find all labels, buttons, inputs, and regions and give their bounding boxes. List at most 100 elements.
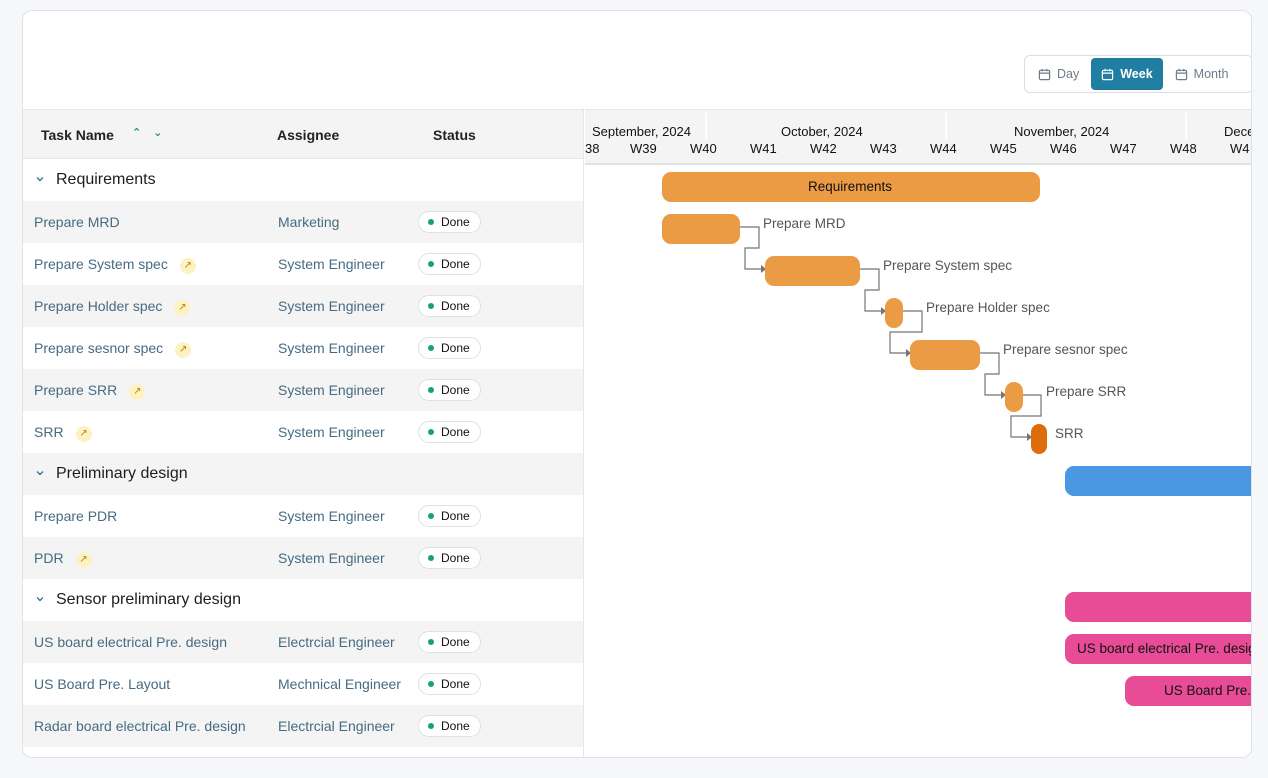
bar-label: Prepare sesnor spec — [1003, 342, 1128, 357]
task-name: Prepare SRR — [34, 382, 118, 398]
table-row[interactable]: US board electrical Pre. design Electrci… — [23, 621, 583, 663]
chevron-down-icon[interactable] — [33, 592, 47, 606]
gantt-card: Day Week Month Task Name ⌃ ⌄ Assignee St… — [22, 10, 1252, 758]
status-badge: Done — [418, 505, 481, 527]
group-row-requirements[interactable]: Requirements — [23, 159, 583, 201]
group-row-sensor-preliminary-design[interactable]: Sensor preliminary design — [23, 579, 583, 621]
view-switcher: Day Week Month — [1024, 55, 1251, 93]
status-dot-icon — [428, 219, 434, 225]
task-name-cell[interactable]: Prepare SRR ↗ — [34, 382, 146, 400]
table-row[interactable]: Prepare System spec ↗ System Engineer Don… — [23, 243, 583, 285]
status-badge: Done — [418, 715, 481, 737]
assignee: System Engineer — [278, 256, 385, 272]
status-badge: Done — [418, 211, 481, 233]
task-bar-us-board-design[interactable]: US board electrical Pre. design — [1065, 634, 1251, 664]
task-name[interactable]: US board electrical Pre. design — [34, 634, 227, 650]
status-label: Done — [441, 257, 470, 271]
status-label: Done — [441, 341, 470, 355]
grid-header: Task Name ⌃ ⌄ Assignee Status — [23, 109, 583, 159]
column-header-status[interactable]: Status — [433, 127, 476, 143]
table-row[interactable]: Prepare PDR System Engineer Done — [23, 495, 583, 537]
dependency-link — [740, 226, 761, 270]
status-badge: Done — [418, 547, 481, 569]
assignee: Marketing — [278, 214, 340, 230]
view-week-button[interactable]: Week — [1091, 58, 1163, 90]
task-name: PDR — [34, 550, 64, 566]
column-header-task-name[interactable]: Task Name — [41, 127, 114, 143]
task-name[interactable]: Prepare PDR — [34, 508, 117, 524]
task-bar-us-board-layout[interactable]: US Board Pre. Layout — [1125, 676, 1251, 706]
task-bar-prepare-holder-spec[interactable] — [885, 298, 903, 328]
status-label: Done — [441, 509, 470, 523]
table-row[interactable]: PDR ↗ System Engineer Done — [23, 537, 583, 579]
summary-bar-sensor-preliminary-design[interactable] — [1065, 592, 1251, 622]
gantt-timeline[interactable]: September, 2024 October, 2024 November, … — [585, 109, 1251, 757]
task-name-cell[interactable]: SRR ↗ — [34, 424, 92, 442]
task-bar-prepare-sensor-spec[interactable] — [910, 340, 980, 370]
task-name[interactable]: US Board Pre. Layout — [34, 676, 170, 692]
status-dot-icon — [428, 345, 434, 351]
view-day-label: Day — [1057, 67, 1080, 81]
assignee: Mechnical Engineer — [278, 676, 401, 692]
table-row[interactable]: Prepare sesnor spec ↗ System Engineer Don… — [23, 327, 583, 369]
calendar-icon — [1175, 68, 1187, 80]
status-dot-icon — [428, 639, 434, 645]
assignee: Electrcial Engineer — [278, 634, 395, 650]
status-dot-icon — [428, 261, 434, 267]
task-bar-prepare-mrd[interactable] — [662, 214, 740, 244]
task-bar-prepare-srr[interactable] — [1005, 382, 1023, 412]
task-name[interactable]: Prepare MRD — [34, 214, 120, 230]
milestone-arrow-icon: ↗ — [174, 300, 191, 316]
table-row[interactable]: Radar board electrical Pre. design Elect… — [23, 705, 583, 747]
task-grid: Task Name ⌃ ⌄ Assignee Status Requiremen… — [23, 109, 584, 757]
status-badge: Done — [418, 337, 481, 359]
view-month-label: Month — [1193, 67, 1229, 81]
calendar-icon — [1102, 68, 1114, 80]
assignee: System Engineer — [278, 550, 385, 566]
chevron-down-icon[interactable] — [33, 172, 47, 186]
milestone-arrow-icon: ↗ — [75, 552, 92, 568]
status-label: Done — [441, 551, 470, 565]
status-badge: Done — [418, 379, 481, 401]
status-label: Done — [441, 215, 470, 229]
milestone-arrow-icon: ↗ — [129, 384, 146, 400]
column-header-assignee[interactable]: Assignee — [277, 127, 339, 143]
assignee: System Engineer — [278, 424, 385, 440]
table-row[interactable]: SRR ↗ System Engineer Done — [23, 411, 583, 453]
task-name-cell[interactable]: Prepare Holder spec ↗ — [34, 298, 191, 316]
dependency-link — [860, 268, 881, 312]
assignee: System Engineer — [278, 340, 385, 356]
chevron-down-icon[interactable] — [33, 466, 47, 480]
calendar-icon — [1038, 68, 1051, 80]
task-name[interactable]: Radar board electrical Pre. design — [34, 718, 246, 734]
task-name-cell[interactable]: Prepare sesnor spec ↗ — [34, 340, 192, 358]
status-label: Done — [441, 719, 470, 733]
collapse-all-icon[interactable]: ⌄ — [153, 126, 162, 139]
sort-icon[interactable]: ⌃ — [132, 126, 141, 139]
summary-bar-preliminary-design[interactable] — [1065, 466, 1251, 496]
bar-label: Prepare MRD — [763, 216, 846, 231]
table-row[interactable]: Prepare MRD Marketing Done — [23, 201, 583, 243]
table-row[interactable]: US Board Pre. Layout Mechnical Engineer … — [23, 663, 583, 705]
bar-label: SRR — [1055, 426, 1084, 441]
status-badge: Done — [418, 673, 481, 695]
group-label: Sensor preliminary design — [56, 591, 241, 608]
status-label: Done — [441, 635, 470, 649]
task-name-cell[interactable]: PDR ↗ — [34, 550, 92, 568]
milestone-srr[interactable] — [1031, 424, 1047, 454]
header-tools: ⌃ ⌄ — [132, 126, 162, 139]
task-name-cell[interactable]: Prepare System spec ↗ — [34, 256, 196, 274]
task-name: Prepare System spec — [34, 256, 168, 272]
view-day-button[interactable]: Day — [1028, 58, 1089, 90]
bar-label: Prepare System spec — [883, 258, 1013, 273]
task-name: Prepare sesnor spec — [34, 340, 164, 356]
table-row[interactable]: Prepare Holder spec ↗ System Engineer Don… — [23, 285, 583, 327]
view-month-button[interactable]: Month — [1165, 58, 1239, 90]
table-row[interactable]: Prepare SRR ↗ System Engineer Done — [23, 369, 583, 411]
dependency-link — [980, 352, 1001, 396]
group-row-preliminary-design[interactable]: Preliminary design — [23, 453, 583, 495]
status-dot-icon — [428, 681, 434, 687]
status-label: Done — [441, 383, 470, 397]
milestone-arrow-icon: ↗ — [179, 258, 196, 274]
task-bar-prepare-system-spec[interactable] — [765, 256, 860, 286]
